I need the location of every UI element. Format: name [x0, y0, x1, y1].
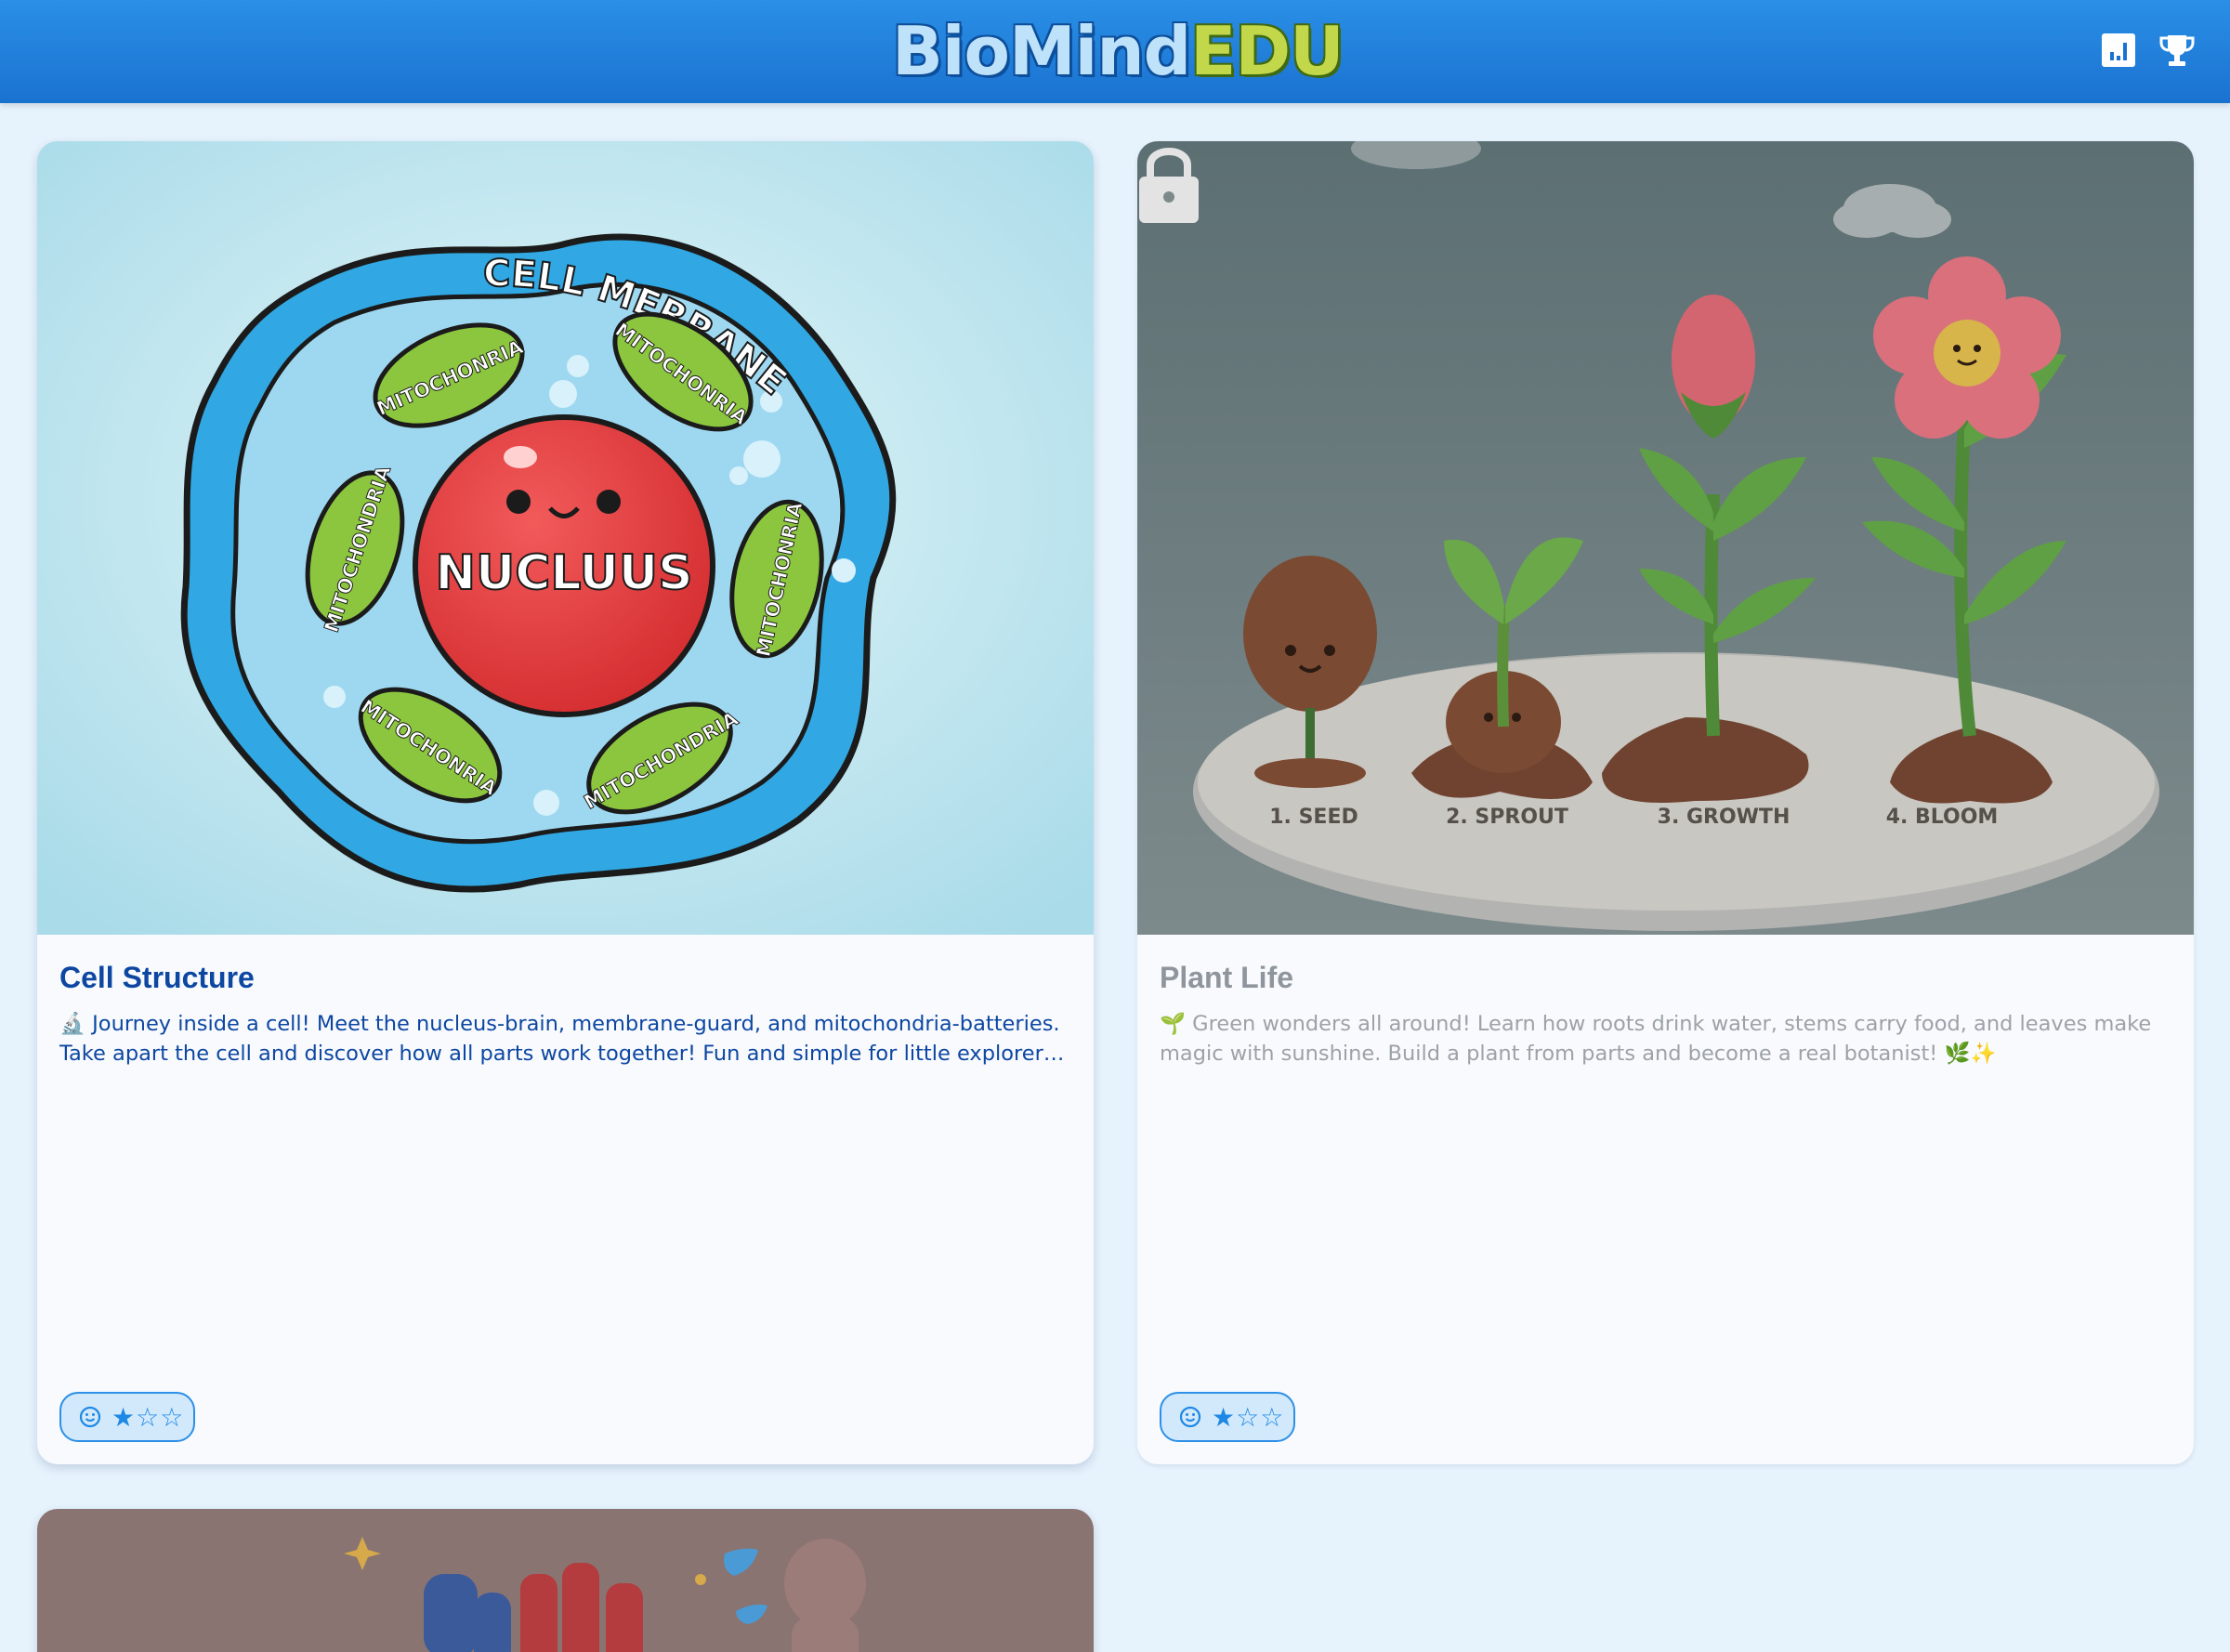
smiley-icon [79, 1406, 101, 1428]
lock-icon [1139, 148, 1199, 223]
stage-label-sprout: 2. SPROUT [1446, 806, 1568, 829]
nucleus-label: NUCLUUS [435, 545, 692, 601]
smiley-icon [1179, 1406, 1201, 1428]
lesson-card-plant-life[interactable]: 1. SEED 2. SPROUT 3. GROWTH 4. BLOOM Pla… [1137, 141, 2194, 1464]
card-title: Cell Structure [59, 961, 255, 994]
logo-text-edu: EDU [1190, 12, 1344, 90]
lesson-card-cell-structure[interactable]: CELL MERRANE NUCLUUS MITOCHONRIA MITOCHO… [37, 141, 1094, 1464]
app-logo: BioMindEDU [892, 12, 1345, 90]
difficulty-badge: ★☆☆ [1160, 1392, 1295, 1442]
logo-text-biomind: BioMind [892, 12, 1191, 90]
stage-label-bloom: 4. BLOOM [1886, 806, 1999, 829]
card-description: 🔬 Journey inside a cell! Meet the nucleu… [59, 1012, 1065, 1066]
difficulty-badge: ★☆☆ [59, 1392, 195, 1442]
cell-structure-illustration: CELL MERRANE NUCLUUS MITOCHONRIA MITOCHO… [37, 141, 1094, 935]
card-title: Plant Life [1160, 961, 1294, 994]
heart-illustration [37, 1509, 1094, 1652]
plant-life-illustration: 1. SEED 2. SPROUT 3. GROWTH 4. BLOOM [1137, 141, 2194, 935]
stage-label-seed: 1. SEED [1269, 806, 1358, 829]
bar-chart-icon[interactable] [2098, 30, 2139, 71]
top-app-bar: BioMindEDU [0, 0, 2230, 103]
lesson-card-heart[interactable] [37, 1509, 1094, 1652]
difficulty-stars: ★☆☆ [1212, 1401, 1285, 1433]
trophy-icon[interactable] [2157, 30, 2197, 71]
card-description: 🌱 Green wonders all around! Learn how ro… [1160, 1012, 2152, 1066]
difficulty-stars: ★☆☆ [112, 1401, 185, 1433]
stage-label-growth: 3. GROWTH [1658, 806, 1791, 829]
